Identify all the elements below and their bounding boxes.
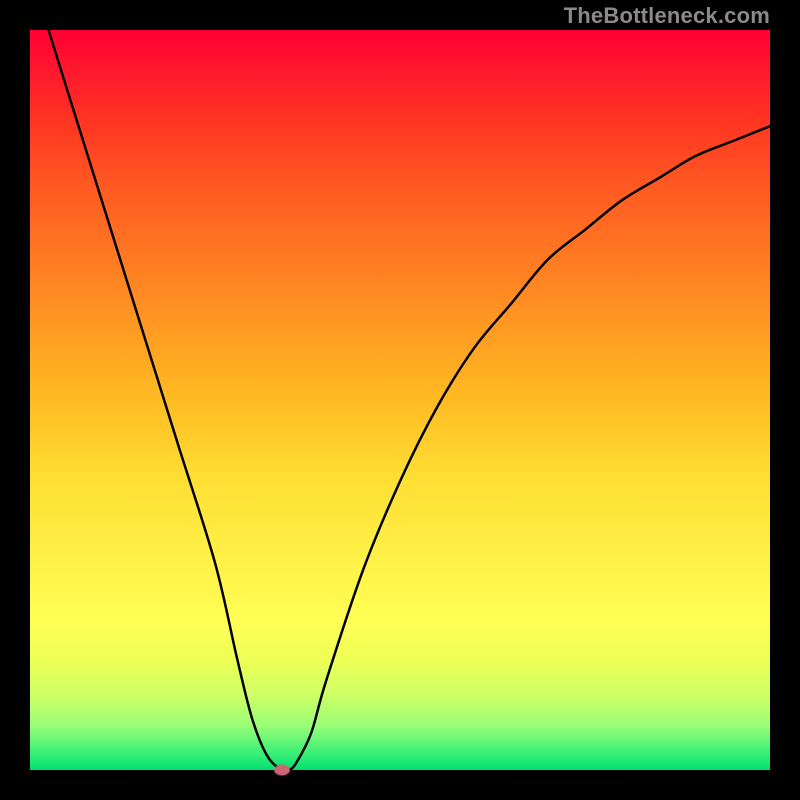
bottleneck-curve [30, 30, 770, 770]
chart-container: TheBottleneck.com [0, 0, 800, 800]
min-marker [274, 765, 290, 776]
plot-area [30, 30, 770, 770]
watermark-label: TheBottleneck.com [564, 3, 770, 29]
curve-path [30, 0, 770, 771]
